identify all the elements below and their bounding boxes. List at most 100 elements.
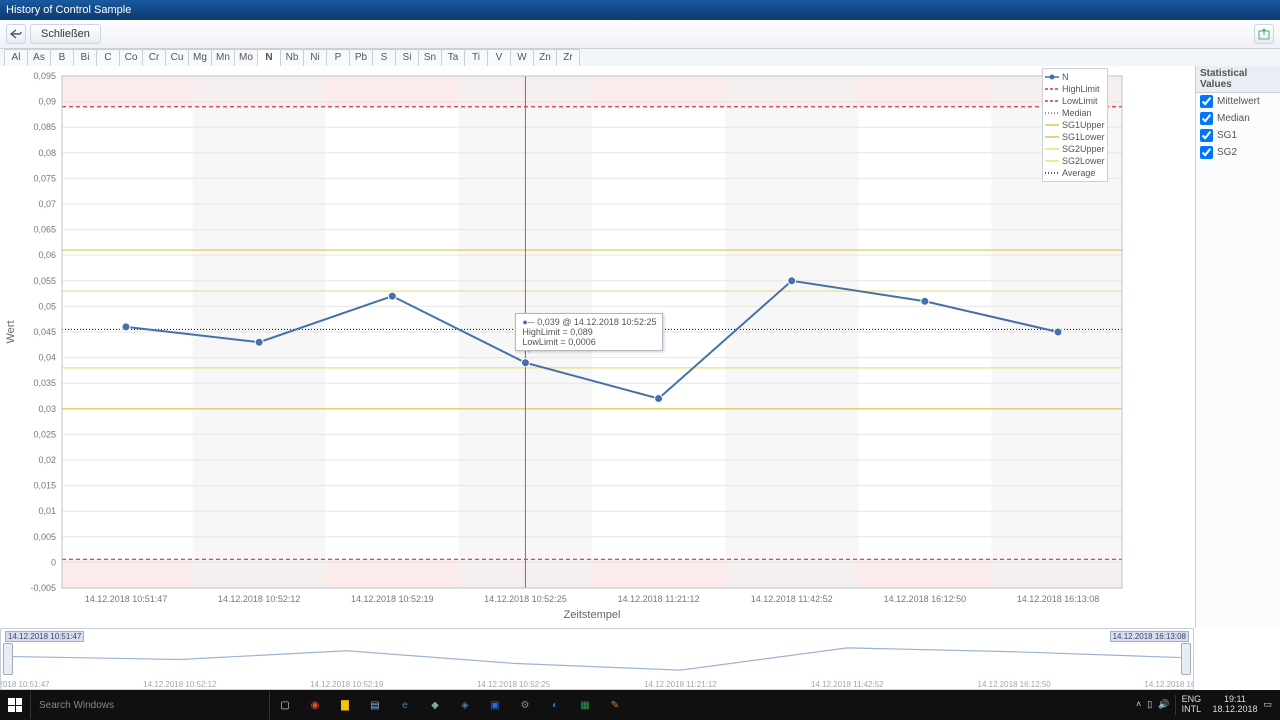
element-tab-V[interactable]: V bbox=[487, 49, 511, 67]
stat-check-Median[interactable]: Median bbox=[1196, 110, 1280, 127]
element-tab-Ti[interactable]: Ti bbox=[464, 49, 488, 67]
toolbar: Schließen bbox=[0, 20, 1280, 49]
stat-check-Mittelwert[interactable]: Mittelwert bbox=[1196, 93, 1280, 110]
svg-text:0,07: 0,07 bbox=[38, 199, 56, 209]
stat-check-SG1[interactable]: SG1 bbox=[1196, 127, 1280, 144]
element-tab-C[interactable]: C bbox=[96, 49, 120, 67]
element-tab-P[interactable]: P bbox=[326, 49, 350, 67]
close-button[interactable]: Schließen bbox=[30, 24, 101, 44]
overview-handle-left[interactable] bbox=[3, 643, 13, 675]
tray-lang[interactable]: ENGINTL bbox=[1175, 695, 1206, 715]
element-tab-Cr[interactable]: Cr bbox=[142, 49, 166, 67]
element-tab-Mn[interactable]: Mn bbox=[211, 49, 235, 67]
legend: NHighLimitLowLimitMedianSG1UpperSG1Lower… bbox=[1042, 68, 1108, 182]
element-tab-As[interactable]: As bbox=[27, 49, 51, 67]
legend-item-LowLimit: LowLimit bbox=[1045, 95, 1105, 107]
svg-text:0,09: 0,09 bbox=[38, 97, 56, 107]
start-button[interactable] bbox=[0, 690, 30, 720]
tooltip-high: HighLimit = 0,089 bbox=[522, 327, 656, 337]
element-tab-Bi[interactable]: Bi bbox=[73, 49, 97, 67]
element-tab-Al[interactable]: Al bbox=[4, 49, 28, 67]
svg-text:0,02: 0,02 bbox=[38, 455, 56, 465]
legend-item-Average: Average bbox=[1045, 167, 1105, 179]
app-icon-6[interactable]: ▦ bbox=[570, 690, 600, 720]
element-tab-Ni[interactable]: Ni bbox=[303, 49, 327, 67]
tray-clock[interactable]: 19:1118.12.2018 bbox=[1212, 695, 1257, 715]
svg-text:14.12.2018 11:42:52: 14.12.2018 11:42:52 bbox=[751, 594, 833, 604]
svg-text:0,035: 0,035 bbox=[33, 378, 56, 388]
tray-chevron-icon[interactable]: ˄ bbox=[1136, 700, 1141, 710]
legend-item-SG1Upper: SG1Upper bbox=[1045, 119, 1105, 131]
svg-text:14.12.2018 16:13:08: 14.12.2018 16:13:08 bbox=[1144, 680, 1193, 689]
element-tab-W[interactable]: W bbox=[510, 49, 534, 67]
overview-chart[interactable]: 14.12.2018 10:51:4714.12.2018 10:52:1214… bbox=[0, 628, 1194, 690]
svg-text:0,08: 0,08 bbox=[38, 148, 56, 158]
element-tab-B[interactable]: B bbox=[50, 49, 74, 67]
svg-text:0,025: 0,025 bbox=[33, 429, 56, 439]
svg-text:14.12.2018 16:13:08: 14.12.2018 16:13:08 bbox=[1017, 594, 1100, 604]
close-button-label: Schließen bbox=[41, 28, 90, 40]
stat-panel-title: Statistical Values bbox=[1196, 66, 1280, 93]
element-tab-S[interactable]: S bbox=[372, 49, 396, 67]
svg-text:0,045: 0,045 bbox=[33, 327, 56, 337]
data-tooltip: ●─0,039 @ 14.12.2018 10:52:25 HighLimit … bbox=[515, 313, 663, 351]
svg-text:Wert: Wert bbox=[5, 320, 17, 343]
svg-text:14.12.2018 16:12:50: 14.12.2018 16:12:50 bbox=[884, 594, 967, 604]
tray-network-icon[interactable]: ▯ bbox=[1147, 700, 1152, 710]
svg-text:0,04: 0,04 bbox=[38, 353, 56, 363]
app-icon-7[interactable]: ✎ bbox=[600, 690, 630, 720]
explorer-icon[interactable]: ▇ bbox=[330, 690, 360, 720]
element-tab-Zn[interactable]: Zn bbox=[533, 49, 557, 67]
element-tab-Zr[interactable]: Zr bbox=[556, 49, 580, 67]
element-tab-N[interactable]: N bbox=[257, 49, 281, 67]
element-tab-Pb[interactable]: Pb bbox=[349, 49, 373, 67]
window-titlebar: History of Control Sample bbox=[0, 0, 1280, 20]
svg-text:0,01: 0,01 bbox=[38, 506, 56, 516]
tooltip-low: LowLimit = 0,0006 bbox=[522, 337, 656, 347]
app-icon-3[interactable]: ▣ bbox=[480, 690, 510, 720]
statistical-values-panel: Statistical Values Mittelwert Median SG1… bbox=[1195, 66, 1280, 628]
svg-text:0,03: 0,03 bbox=[38, 404, 56, 414]
svg-text:-0,005: -0,005 bbox=[30, 583, 56, 593]
svg-text:14.12.2018 10:52:19: 14.12.2018 10:52:19 bbox=[351, 594, 434, 604]
svg-text:0: 0 bbox=[51, 557, 56, 567]
element-tab-Mg[interactable]: Mg bbox=[188, 49, 212, 67]
notepad-icon[interactable]: ▤ bbox=[360, 690, 390, 720]
app-icon-1[interactable]: ◆ bbox=[420, 690, 450, 720]
element-tab-Cu[interactable]: Cu bbox=[165, 49, 189, 67]
back-icon[interactable] bbox=[6, 24, 26, 44]
svg-text:14.12.2018 11:42:52: 14.12.2018 11:42:52 bbox=[811, 680, 884, 689]
tray-volume-icon[interactable]: 🔊 bbox=[1158, 700, 1169, 710]
app-icon-4[interactable]: ⚙ bbox=[510, 690, 540, 720]
element-tab-Co[interactable]: Co bbox=[119, 49, 143, 67]
svg-text:0,015: 0,015 bbox=[33, 481, 56, 491]
svg-text:0,065: 0,065 bbox=[33, 225, 56, 235]
overview-handle-right[interactable] bbox=[1181, 643, 1191, 675]
ie-icon[interactable]: e bbox=[390, 690, 420, 720]
element-tab-Si[interactable]: Si bbox=[395, 49, 419, 67]
legend-item-HighLimit: HighLimit bbox=[1045, 83, 1105, 95]
tray-notifications-icon[interactable]: ▭ bbox=[1263, 700, 1272, 710]
app-icon-5[interactable]: ◐ bbox=[540, 690, 570, 720]
legend-item-SG2Upper: SG2Upper bbox=[1045, 143, 1105, 155]
svg-text:14.12.2018 10:51:47: 14.12.2018 10:51:47 bbox=[85, 594, 168, 604]
element-tab-Ta[interactable]: Ta bbox=[441, 49, 465, 67]
stat-check-SG2[interactable]: SG2 bbox=[1196, 144, 1280, 161]
svg-text:14.12.2018 16:12:50: 14.12.2018 16:12:50 bbox=[978, 680, 1052, 689]
chrome-icon[interactable]: ◉ bbox=[300, 690, 330, 720]
taskbar[interactable]: Search Windows ▢ ◉ ▇ ▤ e ◆ ◈ ▣ ⚙ ◐ ▦ ✎ ˄… bbox=[0, 690, 1280, 720]
svg-text:14.12.2018 11:21:12: 14.12.2018 11:21:12 bbox=[644, 680, 717, 689]
taskbar-search[interactable]: Search Windows bbox=[30, 691, 270, 719]
svg-text:Zeitstempel: Zeitstempel bbox=[564, 609, 621, 621]
svg-text:14.12.2018 10:52:25: 14.12.2018 10:52:25 bbox=[484, 594, 567, 604]
legend-item-N: N bbox=[1045, 71, 1105, 83]
app-icon-2[interactable]: ◈ bbox=[450, 690, 480, 720]
export-icon[interactable] bbox=[1254, 24, 1274, 44]
main-chart-area[interactable]: -0,00500,0050,010,0150,020,0250,030,0350… bbox=[0, 66, 1194, 628]
element-tab-Mo[interactable]: Mo bbox=[234, 49, 258, 67]
element-tab-Nb[interactable]: Nb bbox=[280, 49, 304, 67]
taskview-icon[interactable]: ▢ bbox=[270, 690, 300, 720]
svg-text:14.12.2018 10:52:19: 14.12.2018 10:52:19 bbox=[310, 680, 384, 689]
svg-text:0,085: 0,085 bbox=[33, 122, 56, 132]
element-tab-Sn[interactable]: Sn bbox=[418, 49, 442, 67]
